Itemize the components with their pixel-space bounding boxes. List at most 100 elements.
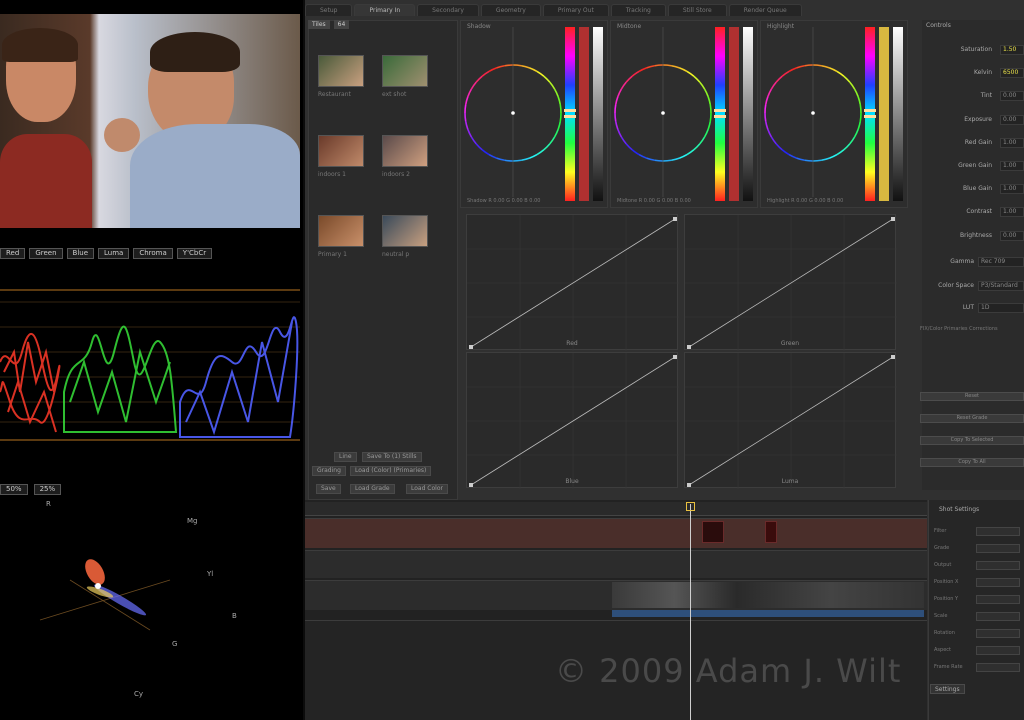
clip-block[interactable] <box>765 521 777 543</box>
shot-setting-field[interactable] <box>976 629 1020 638</box>
tab-secondary[interactable]: Secondary <box>417 4 479 16</box>
tab-setup[interactable]: Setup <box>305 4 353 16</box>
shot-setting-field[interactable] <box>976 595 1020 604</box>
gallery-action-button[interactable]: Load Grade <box>350 484 395 494</box>
scope-button-ycbcr[interactable]: Y'CbCr <box>176 247 213 259</box>
scope-button-luma[interactable]: Luma <box>98 247 130 259</box>
curve-label: Luma <box>781 478 799 485</box>
vector-label-g: G <box>172 640 178 648</box>
curve-graph[interactable] <box>467 353 679 489</box>
param-value-field[interactable]: 6500 <box>1000 68 1024 79</box>
timeline-ruler[interactable] <box>305 502 927 516</box>
curve-red[interactable]: Red <box>466 214 679 351</box>
wheel-readout: Highlight R 0.00 G 0.00 B 0.00 <box>767 198 844 204</box>
shot-setting-label: Grade <box>934 545 950 551</box>
gallery-still[interactable]: neutral p <box>382 215 432 258</box>
luma-bar <box>893 27 903 201</box>
video-track-2[interactable] <box>305 550 927 578</box>
gallery-action-button[interactable]: Grading <box>312 466 346 476</box>
params-header: Controls <box>926 22 951 29</box>
curve-graph[interactable] <box>685 353 897 489</box>
shot-setting-field[interactable] <box>976 527 1020 536</box>
gallery-footer-label[interactable]: Line <box>334 452 357 462</box>
scope-mode-bar: Red Green Blue Luma Chroma Y'CbCr <box>0 246 300 260</box>
gallery-action-button[interactable]: Save <box>316 484 341 494</box>
scope-button-red[interactable]: Red <box>0 247 26 259</box>
shot-setting-field[interactable] <box>976 646 1020 655</box>
color-wheel-midtone[interactable]: Midtone Midtone R 0.00 G 0.00 B 0.00 <box>610 20 758 208</box>
settings-button[interactable]: Settings <box>930 684 965 694</box>
param-action-button[interactable]: Reset Grade <box>920 414 1024 423</box>
param-action-button[interactable]: Copy To Selected <box>920 436 1024 445</box>
hue-slider-handle <box>714 109 726 112</box>
param-value-field[interactable]: 1.00 <box>1000 184 1024 195</box>
vectorscope-trace <box>85 559 147 616</box>
curve-graph[interactable] <box>467 215 679 351</box>
scope-button-blue[interactable]: Blue <box>66 247 95 259</box>
param-value-field[interactable]: 1.00 <box>1000 207 1024 218</box>
gallery-still[interactable]: Restaurant <box>318 55 368 98</box>
curve-blue[interactable]: Blue <box>466 352 679 489</box>
param-action-button[interactable]: Reset <box>920 392 1024 401</box>
hue-wheel-graphic[interactable] <box>761 21 909 209</box>
param-value-field[interactable]: 0.00 <box>1000 91 1024 102</box>
audio-track[interactable] <box>612 610 924 617</box>
param-dropdown[interactable]: 1D <box>978 303 1024 313</box>
param-value-field[interactable]: 1.50 <box>1000 45 1024 55</box>
param-action-button[interactable]: Copy To All <box>920 458 1024 467</box>
tab-render-queue[interactable]: Render Queue <box>728 4 802 16</box>
playhead-handle[interactable] <box>686 502 695 511</box>
tab-tracking[interactable]: Tracking <box>610 4 666 16</box>
actor-right-hair <box>150 32 240 72</box>
param-value-field[interactable]: 1.00 <box>1000 137 1024 148</box>
video-track-1[interactable] <box>305 518 927 548</box>
gallery-action-button[interactable]: Load (Color) (Primaries) <box>350 466 432 476</box>
gallery-still[interactable]: ext shot <box>382 55 432 98</box>
gallery-footer-label[interactable]: Save To (1) Stills <box>362 452 422 462</box>
tab-primary-out[interactable]: Primary Out <box>542 4 609 16</box>
shot-setting-field[interactable] <box>976 663 1020 672</box>
color-wheel-highlight[interactable]: Highlight Highlight R 0.00 G 0.00 B 0.00 <box>760 20 908 208</box>
shot-setting-field[interactable] <box>976 578 1020 587</box>
param-value-field[interactable]: 1.00 <box>1000 161 1024 171</box>
gallery-mode-button[interactable]: Tiles <box>308 20 330 29</box>
actor-right-shirt <box>130 124 300 228</box>
clip-block[interactable] <box>702 521 724 543</box>
param-label: Red Gain <box>964 138 992 146</box>
gallery-still[interactable]: indoors 1 <box>318 135 368 178</box>
param-label: Gamma <box>950 258 974 265</box>
shot-setting-field[interactable] <box>976 561 1020 570</box>
luma-bar <box>593 27 603 201</box>
param-label: Tint <box>980 92 992 100</box>
shot-setting-label: Aspect <box>934 647 951 653</box>
gallery-still[interactable]: Primary 1 <box>318 215 368 258</box>
tab-primary-in[interactable]: Primary In <box>354 4 416 16</box>
shot-setting-field[interactable] <box>976 544 1020 553</box>
shot-setting-field[interactable] <box>976 612 1020 621</box>
vectorscope-zoom-button[interactable]: 25% <box>33 484 62 495</box>
param-dropdown[interactable]: P3/Standard <box>978 281 1024 291</box>
param-value-field[interactable]: 0.00 <box>1000 114 1024 125</box>
curve-green[interactable]: Green <box>684 214 897 351</box>
color-wheel-shadow[interactable]: Shadow Shadow R 0.00 G 0.00 B 0.00 <box>460 20 608 208</box>
tab-geometry[interactable]: Geometry <box>480 4 541 16</box>
param-label: Saturation <box>960 46 992 53</box>
curve-graph[interactable] <box>685 215 897 351</box>
param-value-field[interactable]: 0.00 <box>1000 230 1024 241</box>
scope-button-chroma[interactable]: Chroma <box>133 247 173 259</box>
hue-wheel-graphic[interactable] <box>611 21 759 209</box>
gallery-action-button[interactable]: Load Color <box>406 484 448 494</box>
gallery-still[interactable]: indoors 2 <box>382 135 432 178</box>
hue-wheel-graphic[interactable] <box>461 21 609 209</box>
scope-button-green[interactable]: Green <box>29 247 63 259</box>
curve-label: Red <box>566 340 578 347</box>
vectorscope-zoom-button[interactable]: 50% <box>0 484 28 495</box>
curve-luma[interactable]: Luma <box>684 352 897 489</box>
param-dropdown[interactable]: Rec 709 <box>978 257 1024 267</box>
video-viewer[interactable] <box>0 14 300 228</box>
param-label: Brightness <box>960 231 992 239</box>
clip-thumbnails-strip[interactable] <box>612 582 924 608</box>
param-label: Blue Gain <box>963 185 992 193</box>
tab-still-store[interactable]: Still Store <box>667 4 727 16</box>
gallery-mode-button[interactable]: 64 <box>333 20 350 29</box>
